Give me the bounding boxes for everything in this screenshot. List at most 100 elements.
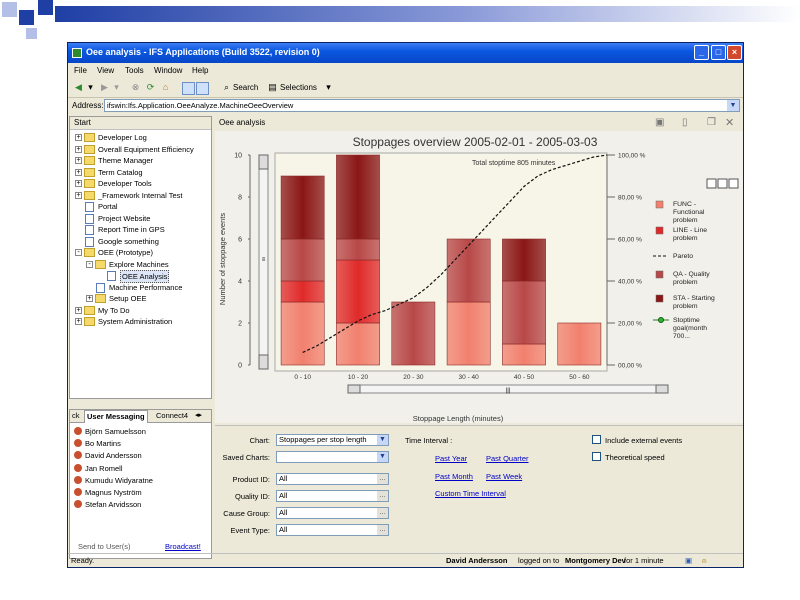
ellipsis-icon[interactable]: … [377, 525, 388, 535]
maximize-button[interactable]: □ [711, 45, 726, 60]
home-icon[interactable]: ⌂ [160, 82, 171, 93]
bar-segment[interactable] [336, 322, 380, 366]
product-id-field[interactable]: All … [276, 473, 389, 485]
x-slider-handle-right[interactable] [655, 384, 669, 394]
expand-toggle-icon[interactable]: + [75, 168, 82, 176]
event-type-field[interactable]: All … [276, 524, 389, 536]
user-list-item[interactable]: Björn Samuelsson [74, 426, 146, 437]
bar-segment[interactable] [336, 154, 380, 240]
user-list-item[interactable]: Kumudu Widyaratne [74, 475, 153, 486]
view-toggle-icon[interactable] [196, 82, 209, 95]
user-icon [74, 451, 82, 460]
search-icon[interactable]: ⌕ [221, 82, 232, 93]
address-input[interactable]: ifswin:Ifs.Application.OeeAnalyze.Machin… [104, 99, 740, 112]
menu-bar: File View Tools Window Help [68, 64, 743, 78]
expand-toggle-icon[interactable]: + [75, 134, 82, 141]
menu-file[interactable]: File [74, 66, 87, 75]
selections-icon[interactable]: ▤ [267, 82, 278, 93]
tree-item-label: _Framework Internal Test [98, 190, 183, 200]
ellipsis-icon[interactable]: … [377, 491, 388, 501]
stop-icon[interactable]: ⊗ [130, 82, 141, 93]
tab-user-messaging[interactable]: User Messaging [84, 410, 148, 423]
dropdown-icon[interactable]: ▾ [85, 82, 96, 93]
refresh-icon[interactable]: ⟳ [145, 82, 156, 93]
save-icon[interactable]: ▣ [655, 117, 664, 128]
chart-select[interactable]: Stoppages per stop length ▼ [276, 434, 389, 446]
user-list-item[interactable]: Jan Romell [74, 463, 123, 474]
expand-toggle-icon[interactable]: + [75, 318, 82, 325]
expand-toggle-icon[interactable]: + [86, 295, 93, 302]
past-month-link[interactable]: Past Month [435, 472, 473, 481]
bar-segment[interactable] [446, 301, 491, 366]
dropdown-icon[interactable]: ▾ [111, 82, 122, 93]
tab-scroll-icon[interactable]: ◂▸ [195, 411, 202, 419]
cause-group-field[interactable]: All … [276, 507, 389, 519]
expand-toggle-icon[interactable]: - [86, 260, 93, 268]
menu-view[interactable]: View [97, 66, 114, 75]
minimize-button[interactable]: _ [694, 45, 709, 60]
expand-toggle-icon[interactable]: + [75, 157, 82, 164]
x-slider-grip-icon[interactable]: ||| [506, 388, 511, 394]
broadcast-link[interactable]: Broadcast! [165, 542, 201, 551]
custom-interval-link[interactable]: Custom Time Interval [435, 489, 506, 498]
bar-segment[interactable] [391, 301, 436, 366]
forward-icon[interactable]: ▶ [99, 82, 110, 93]
chart-option-button[interactable] [706, 178, 717, 189]
bar-segment[interactable] [280, 238, 325, 282]
chevron-down-icon[interactable]: ▼ [377, 435, 388, 445]
y-slider-handle-bottom[interactable] [258, 354, 269, 370]
chevron-down-icon[interactable]: ▼ [727, 100, 739, 111]
user-list-item[interactable]: Bo Martins [74, 438, 121, 449]
dropdown-icon[interactable]: ▾ [323, 82, 334, 93]
menu-window[interactable]: Window [154, 66, 182, 75]
bar-segment[interactable] [446, 238, 491, 303]
view-toggle-icon[interactable] [182, 82, 195, 95]
past-year-link[interactable]: Past Year [435, 454, 467, 463]
document-icon[interactable]: ▯ [682, 117, 688, 128]
past-week-link[interactable]: Past Week [486, 472, 522, 481]
chart-option-button[interactable] [717, 178, 728, 189]
bar-segment[interactable] [280, 175, 325, 240]
menu-tools[interactable]: Tools [125, 66, 144, 75]
saved-charts-select[interactable]: ▼ [276, 451, 389, 463]
theoretical-speed-checkbox[interactable] [592, 452, 601, 461]
y-slider-grip-icon[interactable]: ≡ [262, 257, 266, 263]
expand-toggle-icon[interactable]: + [75, 306, 82, 314]
back-icon[interactable]: ◀ [73, 82, 84, 93]
chevron-down-icon[interactable]: ▼ [377, 452, 388, 462]
expand-toggle-icon[interactable]: + [75, 145, 82, 153]
tab-truncated[interactable]: ck [70, 410, 82, 422]
include-external-checkbox[interactable] [592, 435, 601, 444]
y-slider-handle-top[interactable] [258, 154, 269, 170]
tree-item-label: Setup OEE [109, 294, 147, 303]
quality-id-field[interactable]: All … [276, 490, 389, 502]
bar-segment[interactable] [280, 301, 325, 366]
close-button[interactable]: × [727, 45, 742, 60]
bar-segment[interactable] [502, 238, 546, 282]
ellipsis-icon[interactable]: … [377, 508, 388, 518]
selections-button[interactable]: Selections [280, 83, 317, 92]
user-list-item[interactable]: Magnus Nyström [74, 487, 142, 498]
bar-segment[interactable] [336, 238, 380, 261]
past-quarter-link[interactable]: Past Quarter [486, 454, 529, 463]
x-slider-handle-left[interactable] [347, 384, 361, 394]
ellipsis-icon[interactable]: … [377, 474, 388, 484]
search-button[interactable]: Search [233, 83, 258, 92]
close-icon[interactable]: ✕ [725, 116, 734, 129]
bar-segment[interactable] [280, 280, 325, 303]
expand-toggle-icon[interactable]: + [75, 191, 82, 199]
bar-segment[interactable] [502, 280, 546, 345]
user-name: David Andersson [85, 451, 142, 461]
bar-segment[interactable] [336, 259, 380, 324]
menu-help[interactable]: Help [192, 66, 208, 75]
expand-toggle-icon[interactable]: + [75, 180, 82, 187]
copy-icon[interactable]: ❐ [707, 117, 716, 128]
user-list-item[interactable]: Stefan Arvidsson [74, 499, 141, 510]
tab-connect4[interactable]: Connect4 [154, 410, 190, 422]
bar-segment[interactable] [557, 322, 602, 366]
bar-segment[interactable] [502, 343, 546, 366]
user-list-item[interactable]: David Andersson [74, 450, 142, 461]
folder-icon [95, 294, 106, 303]
expand-toggle-icon[interactable]: - [75, 249, 82, 256]
chart-option-button[interactable] [728, 178, 739, 189]
